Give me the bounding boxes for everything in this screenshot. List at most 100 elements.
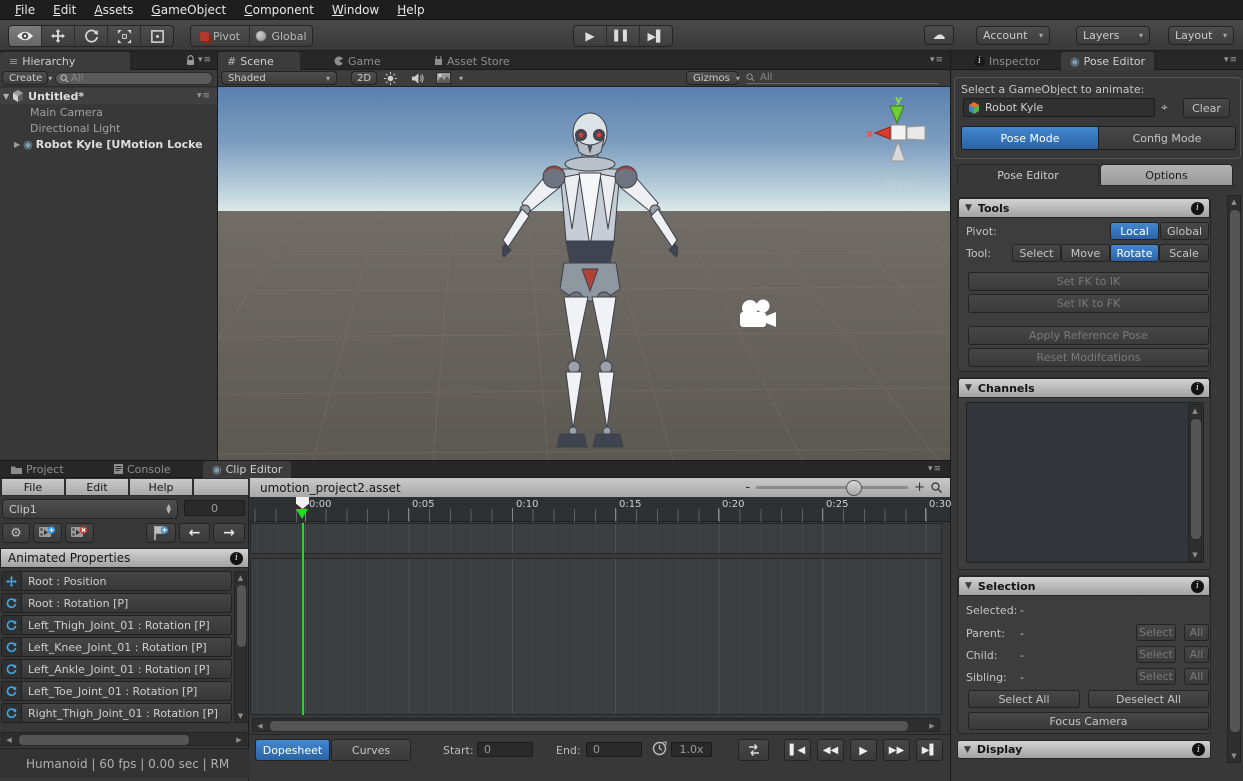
persp-label[interactable]: ‹ Persp bbox=[858, 177, 934, 191]
channels-header[interactable]: ▼ Channels i bbox=[958, 378, 1210, 398]
menu-gameobject[interactable]: GameObject bbox=[142, 1, 235, 19]
go-to-start-button[interactable]: ▌◀ bbox=[784, 739, 811, 761]
property-row[interactable]: Root : Position bbox=[1, 571, 232, 591]
collapse-triangle-icon[interactable]: ▼ bbox=[965, 203, 972, 213]
scene-row-menu-icon[interactable]: ▾≡ bbox=[197, 91, 211, 101]
scroll-down-icon[interactable]: ▼ bbox=[235, 712, 246, 720]
move-tool-button[interactable] bbox=[42, 26, 75, 46]
info-icon[interactable]: i bbox=[1191, 580, 1204, 593]
scrollbar-thumb[interactable] bbox=[236, 584, 247, 648]
config-mode-button[interactable]: Config Mode bbox=[1098, 127, 1235, 149]
scrollbar-thumb[interactable] bbox=[269, 720, 909, 732]
tool-move-button[interactable]: Move bbox=[1061, 244, 1110, 262]
selection-header[interactable]: ▼ Selection i bbox=[958, 576, 1210, 596]
scroll-up-icon[interactable]: ▲ bbox=[1189, 407, 1201, 415]
dopesheet-tracks[interactable] bbox=[250, 558, 942, 715]
pivot-global-button[interactable]: Global bbox=[1160, 222, 1209, 240]
rect-tool-button[interactable] bbox=[141, 26, 173, 46]
tab-clip-editor[interactable]: ◉ Clip Editor bbox=[203, 461, 291, 478]
property-row[interactable]: Left_Toe_Joint_01 : Rotation [P] bbox=[1, 681, 232, 701]
pivot-local-button[interactable]: Local bbox=[1110, 222, 1159, 240]
step-button[interactable]: ▶▌ bbox=[640, 26, 672, 46]
set-ik-to-fk-button[interactable]: Set IK to FK bbox=[968, 294, 1209, 313]
hierarchy-item-main-camera[interactable]: Main Camera bbox=[30, 105, 103, 120]
fast-forward-button[interactable]: ▶▶ bbox=[883, 739, 910, 761]
tab-inspector[interactable]: i Inspector bbox=[965, 52, 1049, 70]
hierarchy-item-directional-light[interactable]: Directional Light bbox=[30, 121, 120, 136]
child-all-button[interactable]: All bbox=[1184, 646, 1209, 663]
create-button[interactable]: Create▾ bbox=[2, 71, 48, 85]
property-row[interactable]: Root : Rotation [P] bbox=[1, 593, 232, 613]
slider-thumb[interactable] bbox=[846, 480, 862, 496]
scroll-down-icon[interactable]: ▼ bbox=[1189, 551, 1201, 559]
go-to-end-button[interactable]: ▶▌ bbox=[916, 739, 943, 761]
2d-toggle-button[interactable]: 2D bbox=[351, 71, 377, 85]
timeline-zoom-slider[interactable] bbox=[756, 486, 908, 489]
timeline-play-button[interactable]: ▶ bbox=[850, 739, 877, 761]
sibling-all-button[interactable]: All bbox=[1184, 668, 1209, 685]
zoom-in-label[interactable]: + bbox=[914, 480, 925, 495]
pivot-toggle-button[interactable]: Pivot bbox=[191, 26, 250, 46]
property-row[interactable]: Left_Thigh_Joint_01 : Rotation [P] bbox=[1, 615, 232, 635]
scrollbar-thumb[interactable] bbox=[1190, 418, 1202, 540]
scene-viewport[interactable]: y x ‹ Persp bbox=[218, 87, 950, 460]
tool-rotate-button[interactable]: Rotate bbox=[1110, 244, 1159, 262]
view-tool-button[interactable] bbox=[9, 26, 42, 46]
camera-gizmo-icon[interactable] bbox=[736, 299, 780, 333]
pose-mode-button[interactable]: Pose Mode bbox=[962, 127, 1098, 149]
curves-tab-button[interactable]: Curves bbox=[331, 739, 411, 761]
tab-console[interactable]: Console bbox=[105, 461, 180, 477]
menu-help[interactable]: Help bbox=[388, 1, 433, 19]
scene-search-input[interactable] bbox=[758, 71, 922, 84]
scroll-left-icon[interactable]: ◀ bbox=[4, 736, 14, 744]
start-field[interactable] bbox=[477, 742, 533, 757]
scroll-left-icon[interactable]: ◀ bbox=[255, 722, 265, 730]
panel-menu-icon[interactable]: ▾≡ bbox=[198, 55, 212, 65]
property-row[interactable]: Right_Thigh_Joint_01 : Rotation [P] bbox=[1, 703, 232, 723]
channels-scrollbar[interactable]: ▲ ▼ bbox=[1188, 404, 1202, 562]
clip-menu-file[interactable]: File bbox=[2, 479, 64, 495]
tab-hierarchy[interactable]: ≡ Hierarchy bbox=[0, 52, 130, 70]
tab-project[interactable]: Project bbox=[2, 461, 73, 477]
pose-editor-scrollbar[interactable]: ▲ ▼ bbox=[1227, 195, 1241, 763]
tab-scene[interactable]: # Scene bbox=[218, 52, 300, 70]
clip-menu-help[interactable]: Help bbox=[130, 479, 192, 495]
tab-pose-editor[interactable]: ◉ Pose Editor bbox=[1061, 52, 1154, 70]
reset-modifications-button[interactable]: Reset Modifcations bbox=[968, 348, 1209, 367]
panel-menu-icon[interactable]: ▾≡ bbox=[1224, 55, 1238, 65]
info-icon[interactable]: i bbox=[230, 552, 243, 565]
timeline-ruler[interactable]: 0:00 0:05 0:10 0:15 0:20 0:25 0:30 bbox=[250, 497, 950, 522]
foldout-closed-icon[interactable]: ▶ bbox=[14, 140, 20, 149]
tab-asset-store[interactable]: Asset Store bbox=[425, 52, 519, 70]
cloud-button[interactable]: ☁ bbox=[924, 25, 954, 45]
menu-assets[interactable]: Assets bbox=[85, 1, 142, 19]
layout-dropdown[interactable]: Layout▾ bbox=[1168, 26, 1234, 45]
scrollbar-thumb[interactable] bbox=[1229, 209, 1241, 733]
tools-header[interactable]: ▼ Tools i bbox=[958, 198, 1210, 218]
lighting-toggle-icon[interactable] bbox=[384, 72, 397, 85]
panel-menu-icon[interactable]: ▾≡ bbox=[930, 55, 944, 65]
robot-character[interactable] bbox=[502, 111, 678, 459]
scroll-up-icon[interactable]: ▲ bbox=[1228, 198, 1240, 206]
dopesheet-tab-button[interactable]: Dopesheet bbox=[255, 739, 330, 761]
clear-button[interactable]: Clear bbox=[1183, 98, 1230, 118]
layers-dropdown[interactable]: Layers▾ bbox=[1076, 26, 1150, 45]
search-icon[interactable] bbox=[931, 482, 942, 493]
effects-dropdown[interactable]: ▾ bbox=[436, 72, 463, 84]
tool-scale-button[interactable]: Scale bbox=[1159, 244, 1209, 262]
set-fk-to-ik-button[interactable]: Set FK to IK bbox=[968, 272, 1209, 291]
settings-button[interactable]: ⚙ bbox=[2, 523, 30, 543]
display-header[interactable]: ▼ Display i bbox=[957, 740, 1211, 759]
audio-toggle-icon[interactable] bbox=[411, 72, 424, 85]
playhead-flag[interactable] bbox=[296, 497, 309, 509]
subtab-options[interactable]: Options bbox=[1100, 164, 1233, 186]
properties-scrollbar[interactable]: ▲ ▼ bbox=[234, 571, 247, 723]
hierarchy-item-robot-kyle[interactable]: ▶ ◉ Robot Kyle [UMotion Locke bbox=[14, 137, 203, 152]
rewind-button[interactable]: ◀◀ bbox=[817, 739, 844, 761]
scale-tool-button[interactable] bbox=[108, 26, 141, 46]
menu-component[interactable]: Component bbox=[235, 1, 323, 19]
add-clip-button[interactable] bbox=[33, 523, 62, 543]
child-select-button[interactable]: Select bbox=[1136, 646, 1176, 663]
sibling-select-button[interactable]: Select bbox=[1136, 668, 1176, 685]
info-icon[interactable]: i bbox=[1191, 382, 1204, 395]
